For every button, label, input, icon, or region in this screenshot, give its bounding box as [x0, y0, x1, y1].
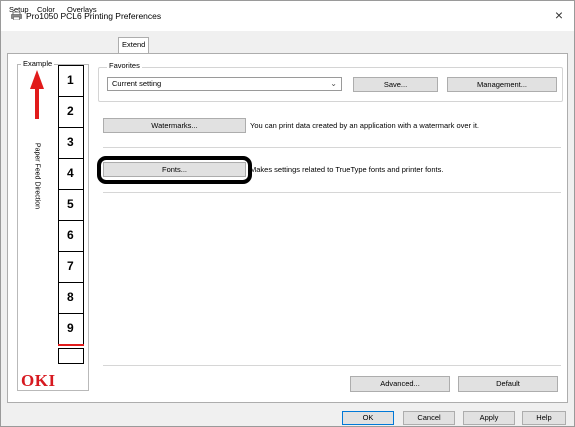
close-icon[interactable]: ×	[552, 7, 566, 23]
favorites-label: Favorites	[107, 61, 142, 70]
management-button[interactable]: Management...	[447, 77, 557, 92]
fonts-button-highlight	[97, 156, 252, 184]
favorites-selected-value: Current setting	[112, 79, 162, 88]
page-stack: 1 2 3 4 5 6 7 8 9	[58, 65, 84, 346]
chevron-down-icon[interactable]: ⌄	[330, 78, 337, 90]
ok-button[interactable]: OK	[342, 411, 394, 425]
page-item: 1	[59, 66, 83, 97]
page-number: 3	[67, 135, 74, 149]
page-item: 9	[59, 314, 83, 345]
extend-tab-panel	[7, 53, 568, 403]
page-item: 2	[59, 97, 83, 128]
tab-overlays[interactable]: Overlays	[67, 3, 97, 16]
oki-logo: OKI	[21, 371, 56, 390]
tab-color[interactable]: Color	[37, 3, 55, 16]
feed-direction-arrow-shaft	[35, 87, 39, 119]
apply-button[interactable]: Apply	[463, 411, 515, 425]
page-number: 7	[67, 259, 74, 273]
divider	[103, 365, 561, 366]
printing-preferences-window: Pro1050 PCL6 Printing Preferences × Setu…	[0, 0, 575, 427]
save-button[interactable]: Save...	[353, 77, 438, 92]
page-item: 4	[59, 159, 83, 190]
page-number: 6	[67, 228, 74, 242]
divider	[103, 192, 561, 193]
paper-feed-direction-label: Paper Feed Direction	[33, 142, 41, 210]
page-separator-line	[58, 344, 84, 346]
help-button[interactable]: Help	[522, 411, 566, 425]
page-item: 7	[59, 252, 83, 283]
tab-setup[interactable]: Setup	[9, 3, 29, 16]
page-number: 2	[67, 104, 74, 118]
tab-extend[interactable]: Extend	[118, 37, 150, 53]
page-item: 8	[59, 283, 83, 314]
page-item: 6	[59, 221, 83, 252]
fonts-description: Makes settings related to TrueType fonts…	[250, 165, 444, 174]
watermarks-button[interactable]: Watermarks...	[103, 118, 246, 133]
page-item: 5	[59, 190, 83, 221]
page-item: 3	[59, 128, 83, 159]
watermarks-description: You can print data created by an applica…	[250, 121, 480, 130]
page-number: 1	[67, 73, 74, 87]
page-number: 5	[67, 197, 74, 211]
page-number: 9	[67, 321, 74, 335]
page-item-blank	[58, 348, 84, 364]
advanced-button[interactable]: Advanced...	[350, 376, 450, 392]
default-button[interactable]: Default	[458, 376, 558, 392]
page-number: 4	[67, 166, 74, 180]
favorites-select[interactable]: Current setting ⌄	[107, 77, 342, 91]
page-number: 8	[67, 290, 74, 304]
example-label: Example	[21, 59, 55, 68]
divider	[103, 147, 561, 148]
cancel-button[interactable]: Cancel	[403, 411, 455, 425]
